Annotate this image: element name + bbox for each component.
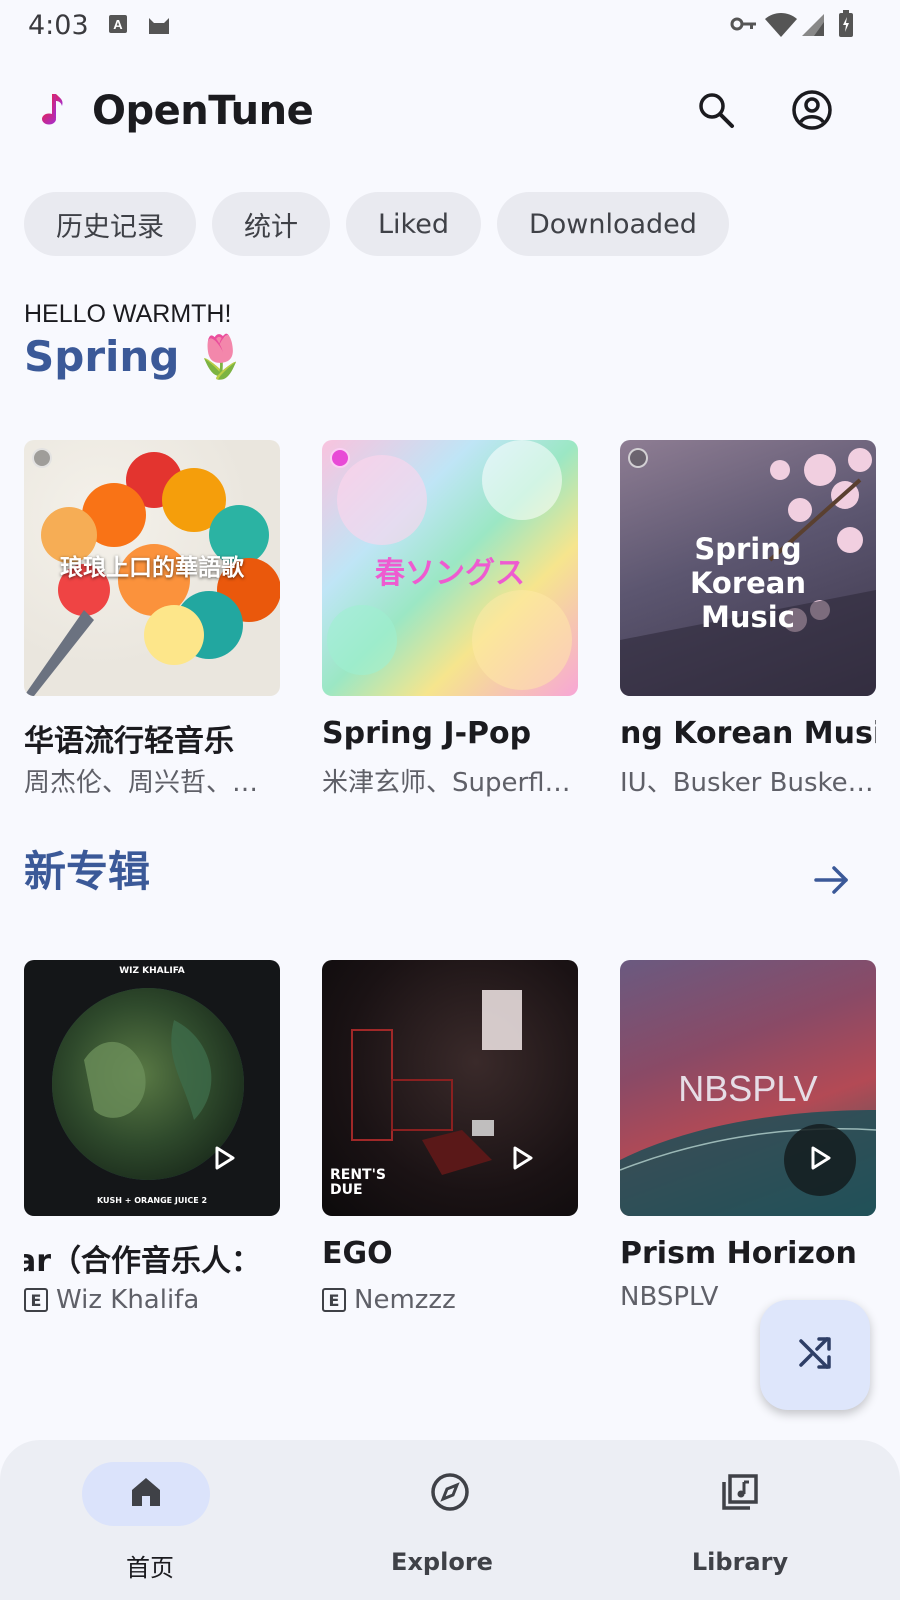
play-button[interactable] bbox=[188, 1124, 260, 1196]
explicit-icon: E bbox=[24, 1288, 48, 1312]
playlist-cover: 春ソングス bbox=[322, 440, 578, 696]
chip-liked[interactable]: Liked bbox=[346, 192, 481, 256]
radio-badge-icon bbox=[628, 448, 648, 468]
play-button[interactable] bbox=[784, 1124, 856, 1196]
album-artist: Nemzzz bbox=[354, 1285, 456, 1315]
playlist-card[interactable]: 春ソングス Spring J-Pop 米津玄师、Superfl… bbox=[322, 440, 578, 798]
home-icon bbox=[128, 1474, 164, 1514]
album-card[interactable]: RENT'S DUE EGO E Nemzzz bbox=[322, 960, 578, 1318]
radio-badge-icon bbox=[32, 448, 52, 468]
cover-text: NBSPLV bbox=[678, 1068, 818, 1109]
cover-text: RENT'S DUE bbox=[330, 1167, 386, 1198]
nav-indicator bbox=[676, 1462, 804, 1526]
cover-subtext: KUSH + ORANGE JUICE 2 bbox=[96, 1196, 208, 1205]
cell-signal-icon bbox=[800, 12, 826, 42]
cat-icon bbox=[146, 12, 172, 40]
card-title: EGO bbox=[322, 1236, 393, 1271]
play-icon bbox=[210, 1144, 238, 1176]
card-subtitle: 米津玄师、Superfl… bbox=[322, 768, 571, 798]
card-title: Prism Horizon bbox=[620, 1236, 857, 1271]
status-time: 4:03 bbox=[28, 10, 89, 41]
playlist-cover: Spring Korean Music bbox=[620, 440, 876, 696]
nav-home[interactable]: 首页 bbox=[0, 1440, 300, 1600]
wifi-icon bbox=[764, 12, 798, 42]
explore-icon bbox=[430, 1472, 470, 1516]
play-button[interactable] bbox=[486, 1124, 558, 1196]
card-title: ng Korean Music bbox=[620, 716, 876, 751]
play-icon bbox=[806, 1144, 834, 1176]
keyboard-a-icon: A bbox=[108, 14, 128, 38]
card-subtitle: 周杰伦、周兴哲、… bbox=[24, 768, 259, 798]
album-cover: RENT'S DUE bbox=[322, 960, 578, 1216]
playlist-cover: 琅琅上口的華語歌 bbox=[24, 440, 280, 696]
account-button[interactable] bbox=[786, 86, 838, 138]
arrow-forward-icon bbox=[812, 860, 852, 904]
chip-stats[interactable]: 统计 bbox=[212, 192, 330, 256]
spring-playlist-row: 琅琅上口的華語歌 华语流行轻音乐 周杰伦、周兴哲、… 春ソングス Spring … bbox=[24, 440, 900, 800]
section-title-new-albums: 新专辑 bbox=[24, 847, 151, 896]
library-music-icon bbox=[720, 1472, 760, 1516]
svg-text:A: A bbox=[113, 17, 123, 32]
nav-indicator bbox=[386, 1462, 514, 1526]
app-title: OpenTune bbox=[92, 88, 314, 134]
app-bar: OpenTune bbox=[0, 70, 900, 154]
card-subtitle: IU、Busker Busker… bbox=[620, 768, 876, 798]
card-title: ar（合作音乐人： bbox=[24, 1244, 262, 1276]
cover-text: WIZ KHALIFA bbox=[119, 966, 185, 976]
see-all-button[interactable] bbox=[806, 856, 858, 908]
nav-explore[interactable]: Explore bbox=[300, 1440, 600, 1600]
section-title-spring: Spring 🌷 bbox=[24, 332, 247, 381]
nav-label: Explore bbox=[391, 1548, 493, 1576]
album-cover: NBSPLV bbox=[620, 960, 876, 1216]
album-card[interactable]: WIZ KHALIFA KUSH + ORANGE JUICE 2 ar（合作音… bbox=[24, 960, 280, 1318]
search-icon bbox=[696, 90, 736, 134]
nav-library[interactable]: Library bbox=[600, 1440, 900, 1600]
radio-badge-icon bbox=[330, 448, 350, 468]
shuffle-icon bbox=[795, 1333, 835, 1377]
album-card[interactable]: NBSPLV Prism Horizon NBSPLV bbox=[620, 960, 876, 1318]
explicit-icon: E bbox=[322, 1288, 346, 1312]
shuffle-button[interactable] bbox=[760, 1300, 870, 1410]
play-icon bbox=[508, 1144, 536, 1176]
vpn-key-icon bbox=[730, 16, 758, 36]
music-note-icon bbox=[38, 92, 68, 132]
card-title: Spring J-Pop bbox=[322, 716, 532, 751]
section-kicker: HELLO WARMTH! bbox=[24, 300, 232, 328]
playlist-card[interactable]: 琅琅上口的華語歌 华语流行轻音乐 周杰伦、周兴哲、… bbox=[24, 440, 280, 798]
bottom-navigation: 首页 Explore Library bbox=[0, 1440, 900, 1600]
cover-text: 春ソングス bbox=[375, 556, 525, 591]
chip-history[interactable]: 历史记录 bbox=[24, 192, 196, 256]
status-bar: 4:03 A bbox=[0, 0, 900, 52]
cover-text: 琅琅上口的華語歌 bbox=[60, 555, 244, 581]
card-subtitle: E Nemzzz bbox=[322, 1282, 578, 1318]
nav-label: 首页 bbox=[126, 1554, 174, 1582]
battery-icon bbox=[838, 10, 854, 42]
search-button[interactable] bbox=[690, 86, 742, 138]
card-subtitle: E Wiz Khalifa bbox=[24, 1282, 280, 1318]
album-cover: WIZ KHALIFA KUSH + ORANGE JUICE 2 bbox=[24, 960, 280, 1216]
playlist-card[interactable]: Spring Korean Music ng Korean Music IU、B… bbox=[620, 440, 876, 798]
nav-label: Library bbox=[691, 1548, 789, 1576]
card-title: 华语流行轻音乐 bbox=[24, 724, 234, 756]
chip-downloaded[interactable]: Downloaded bbox=[496, 192, 729, 256]
cover-text: Spring Korean Music bbox=[689, 532, 807, 634]
filter-chips: 历史记录 统计 Liked Downloaded bbox=[24, 192, 729, 256]
account-circle-icon bbox=[791, 89, 833, 135]
nav-indicator bbox=[82, 1462, 210, 1526]
album-artist: Wiz Khalifa bbox=[56, 1285, 200, 1315]
new-albums-row: WIZ KHALIFA KUSH + ORANGE JUICE 2 ar（合作音… bbox=[24, 960, 900, 1320]
